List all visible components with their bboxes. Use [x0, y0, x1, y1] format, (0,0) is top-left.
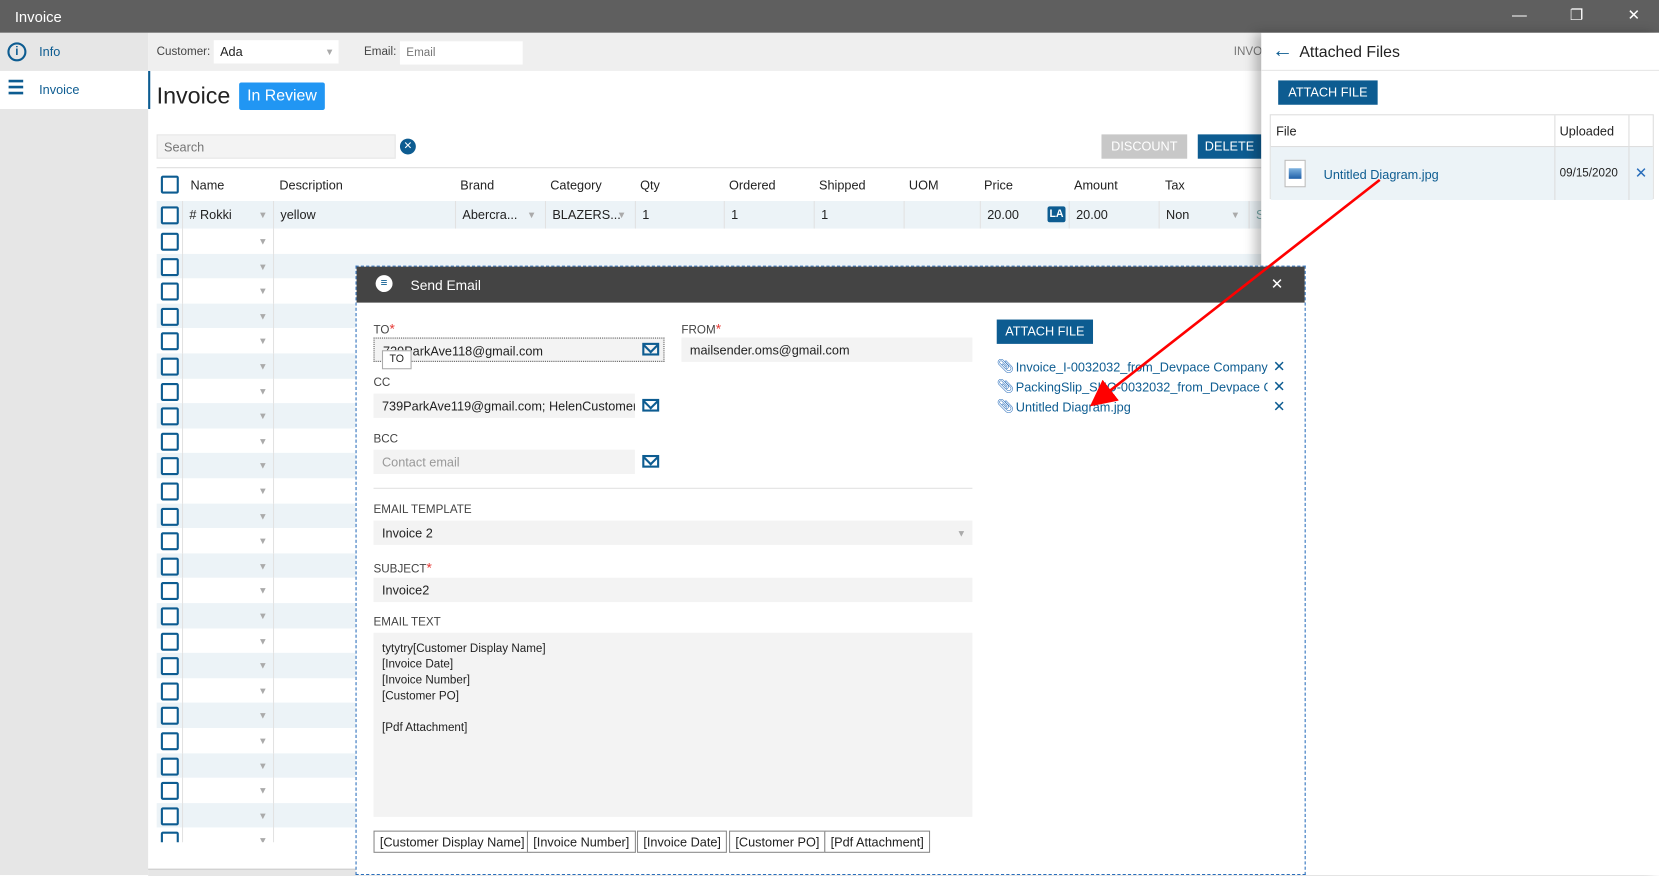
annotation-arrow: [1089, 178, 1381, 407]
